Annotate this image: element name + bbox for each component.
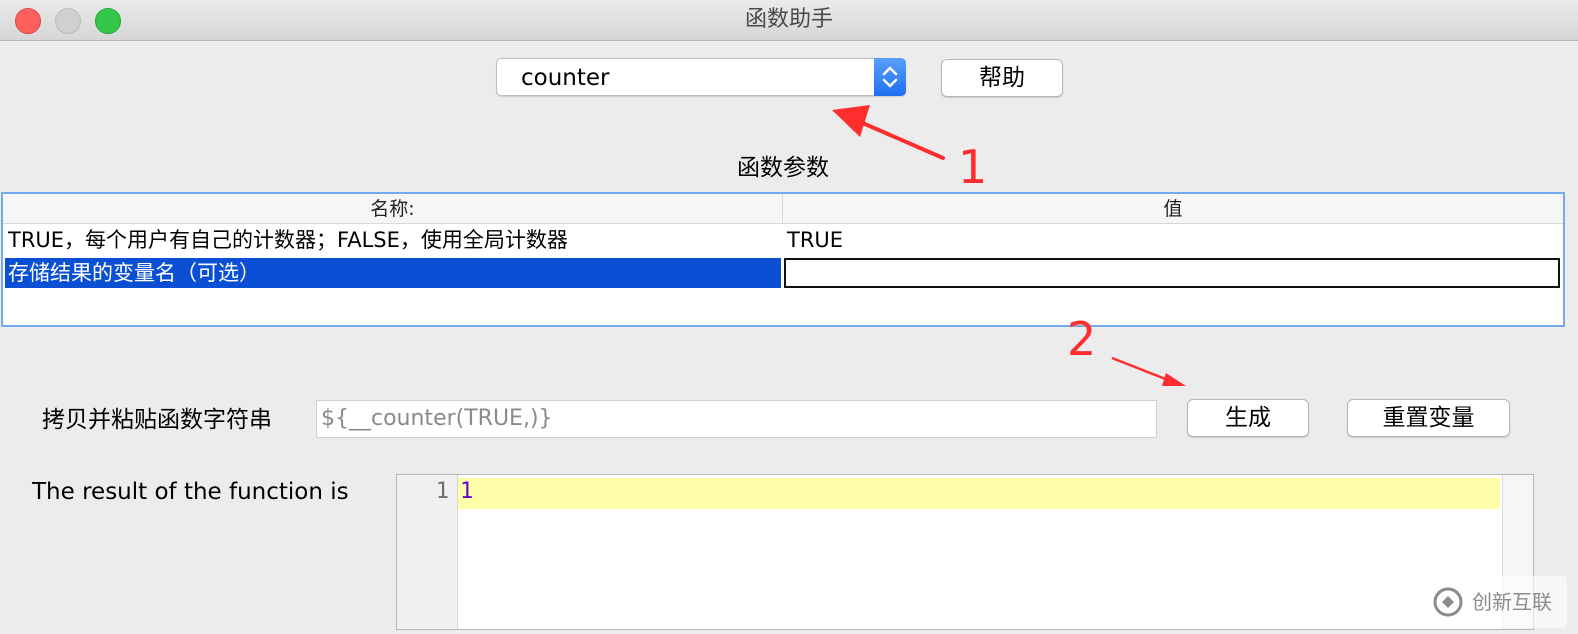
watermark-text: 创新互联 bbox=[1472, 590, 1552, 614]
watermark-logo-icon bbox=[1433, 587, 1463, 617]
watermark: 创新互联 bbox=[1422, 576, 1567, 628]
annotation-number-1: 1 bbox=[958, 140, 988, 194]
annotation-overlay bbox=[832, 105, 1186, 386]
annotation-number-2: 2 bbox=[1067, 312, 1097, 366]
